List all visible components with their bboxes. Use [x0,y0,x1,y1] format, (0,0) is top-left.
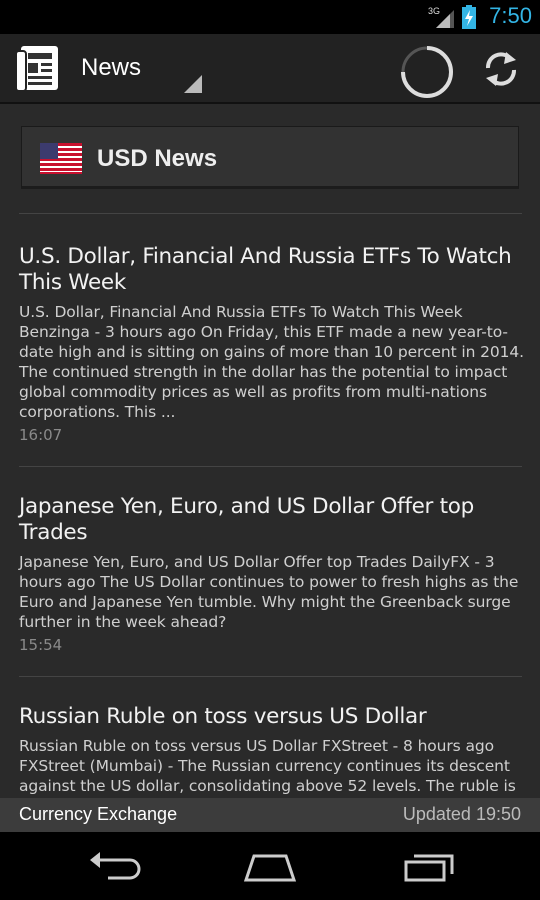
divider [19,466,522,467]
us-flag-icon [40,143,82,174]
dropdown-triangle-icon[interactable] [184,75,202,93]
loading-spinner-icon [401,46,453,98]
news-body: Japanese Yen, Euro, and US Dollar Offer … [19,553,519,631]
divider [19,213,522,214]
footer-app-name: Currency Exchange [19,804,178,824]
news-app-icon[interactable] [14,45,60,93]
news-body: Russian Ruble on toss versus US Dollar F… [19,737,516,795]
news-body: U.S. Dollar, Financial And Russia ETFs T… [19,303,524,421]
status-bar: 3G 7:50 [0,0,540,34]
footer-updated: Updated 19:50 [402,804,521,824]
recent-apps-icon[interactable] [398,846,458,886]
category-label: USD News [97,145,218,172]
news-content[interactable]: USD News U.S. Dollar, Financial And Russ… [0,104,540,798]
divider [19,676,522,677]
status-clock: 7:50 [489,3,532,28]
action-bar-title[interactable]: News [81,54,141,82]
refresh-icon[interactable] [480,48,522,90]
home-icon[interactable] [240,846,300,886]
news-title: Russian Ruble on toss versus US Dollar [19,704,427,729]
action-bar: News [0,34,540,104]
category-header[interactable]: USD News [21,126,519,189]
news-time: 16:07 [19,426,63,444]
news-item[interactable]: Russian Ruble on toss versus US Dollar R… [19,704,524,796]
news-item[interactable]: U.S. Dollar, Financial And Russia ETFs T… [19,244,524,444]
news-item[interactable]: Japanese Yen, Euro, and US Dollar Offer … [19,494,524,654]
battery-charging-icon [462,5,476,29]
news-time: 15:54 [19,636,63,654]
news-title: Japanese Yen, Euro, and US Dollar Offer … [19,494,474,545]
news-title: U.S. Dollar, Financial And Russia ETFs T… [19,244,512,295]
signal-icon [436,10,454,28]
back-icon[interactable] [84,846,144,886]
footer-bar: Currency Exchange Updated 19:50 [0,798,540,832]
navigation-bar [0,832,540,900]
